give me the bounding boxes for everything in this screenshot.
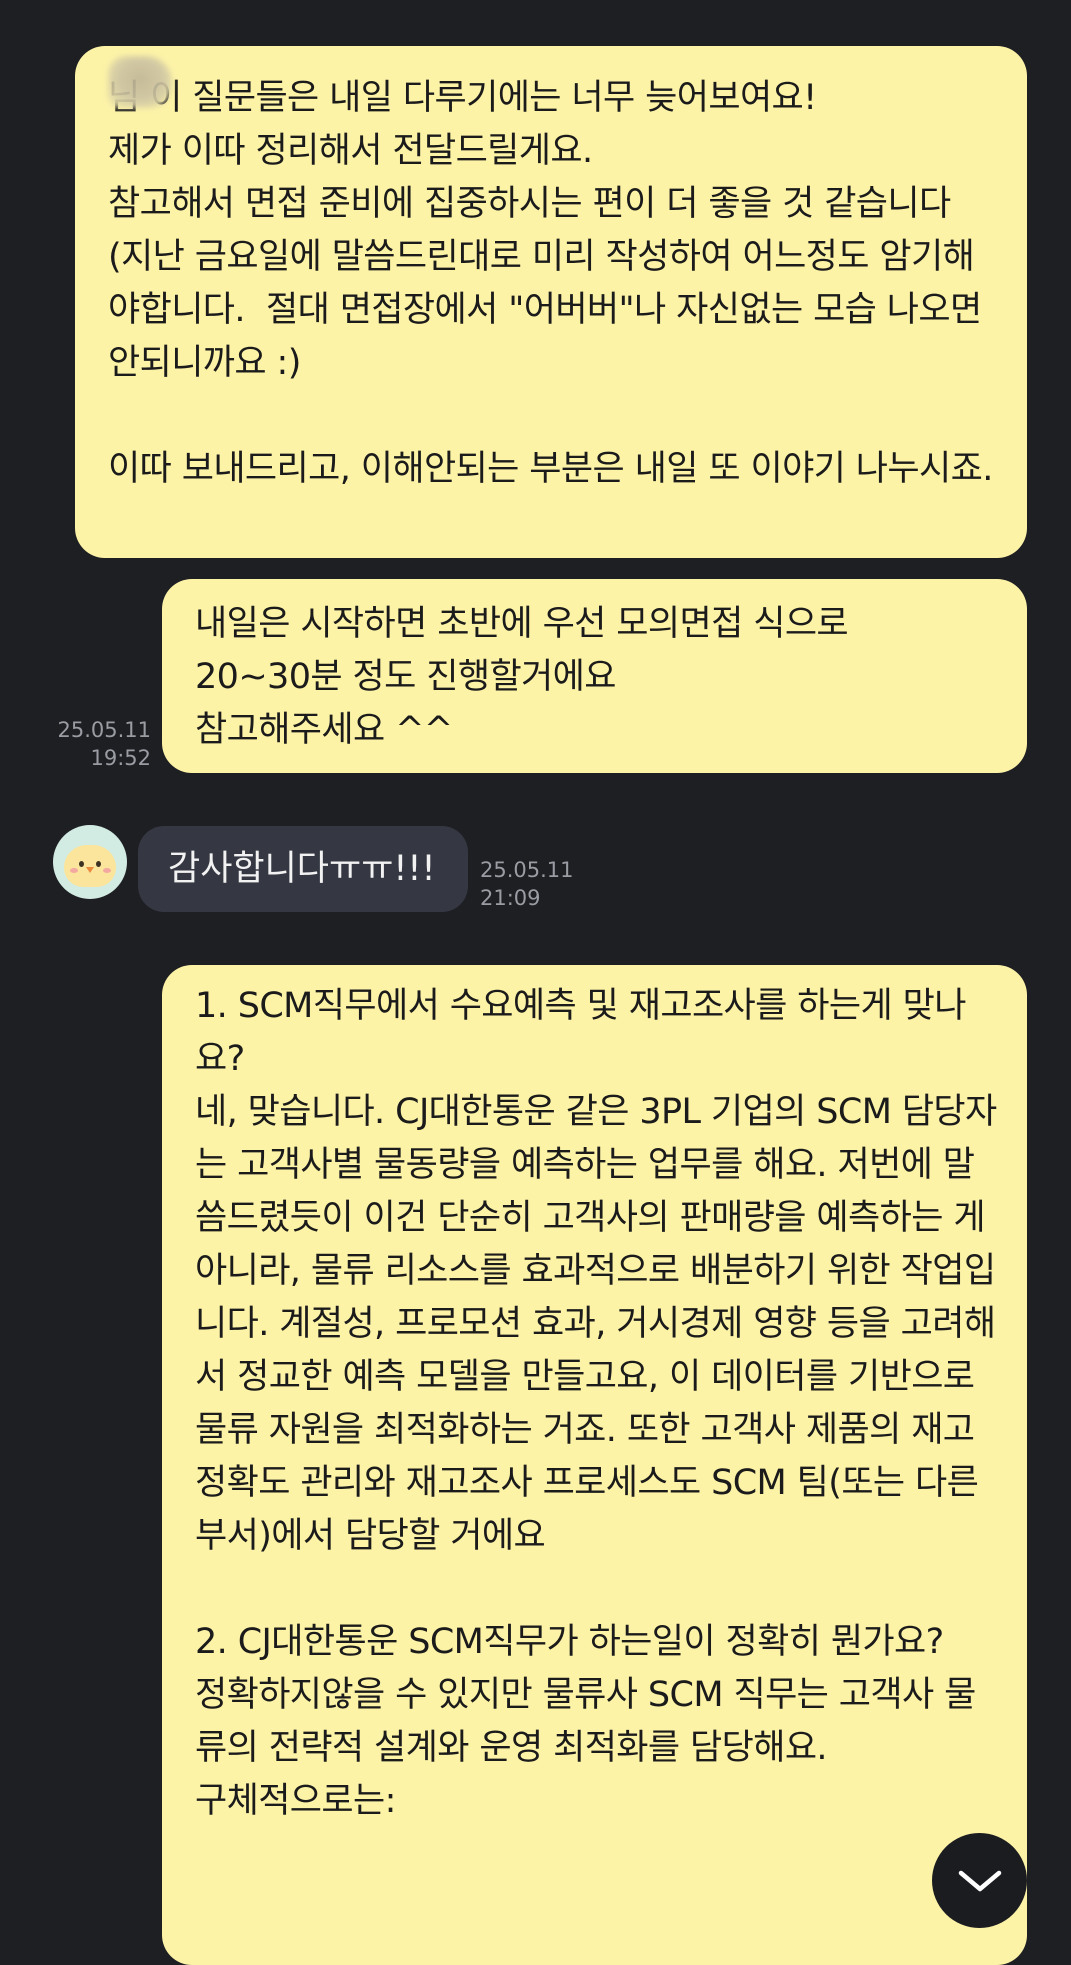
incoming-message-bubble[interactable]: 감사합니다ㅠㅠ!!! [138, 826, 468, 912]
message-time: 21:09 [480, 886, 541, 910]
scroll-to-bottom-button[interactable] [932, 1833, 1027, 1928]
outgoing-message-bubble[interactable]: 내일은 시작하면 초반에 우선 모의면접 식으로 20~30분 정도 진행할거에… [162, 579, 1027, 773]
sender-avatar[interactable] [53, 825, 127, 899]
message-date: 25.05.11 [480, 858, 574, 882]
chick-avatar-icon [64, 845, 116, 887]
message-date: 25.05.11 [57, 718, 151, 742]
outgoing-message-bubble[interactable]: 1. SCM직무에서 수요예측 및 재고조사를 하는게 맞나요? 네, 맞습니다… [162, 965, 1027, 1965]
message-timestamp: 25.05.11 21:09 [480, 856, 574, 912]
message-time: 19:52 [90, 746, 151, 770]
redacted-name-patch [108, 56, 172, 108]
message-text: 감사합니다ㅠㅠ!!! [168, 849, 436, 889]
chevron-down-icon [958, 1870, 1001, 1891]
message-text: 님 이 질문들은 내일 다루기에는 너무 늦어보여요! 제가 이따 정리해서 전… [108, 78, 993, 489]
message-text: 1. SCM직무에서 수요예측 및 재고조사를 하는게 맞나요? 네, 맞습니다… [195, 986, 997, 1821]
outgoing-message-bubble[interactable]: 님 이 질문들은 내일 다루기에는 너무 늦어보여요! 제가 이따 정리해서 전… [75, 46, 1027, 558]
message-text: 내일은 시작하면 초반에 우선 모의면접 식으로 20~30분 정도 진행할거에… [195, 604, 849, 750]
message-timestamp: 25.05.11 19:52 [57, 716, 151, 772]
